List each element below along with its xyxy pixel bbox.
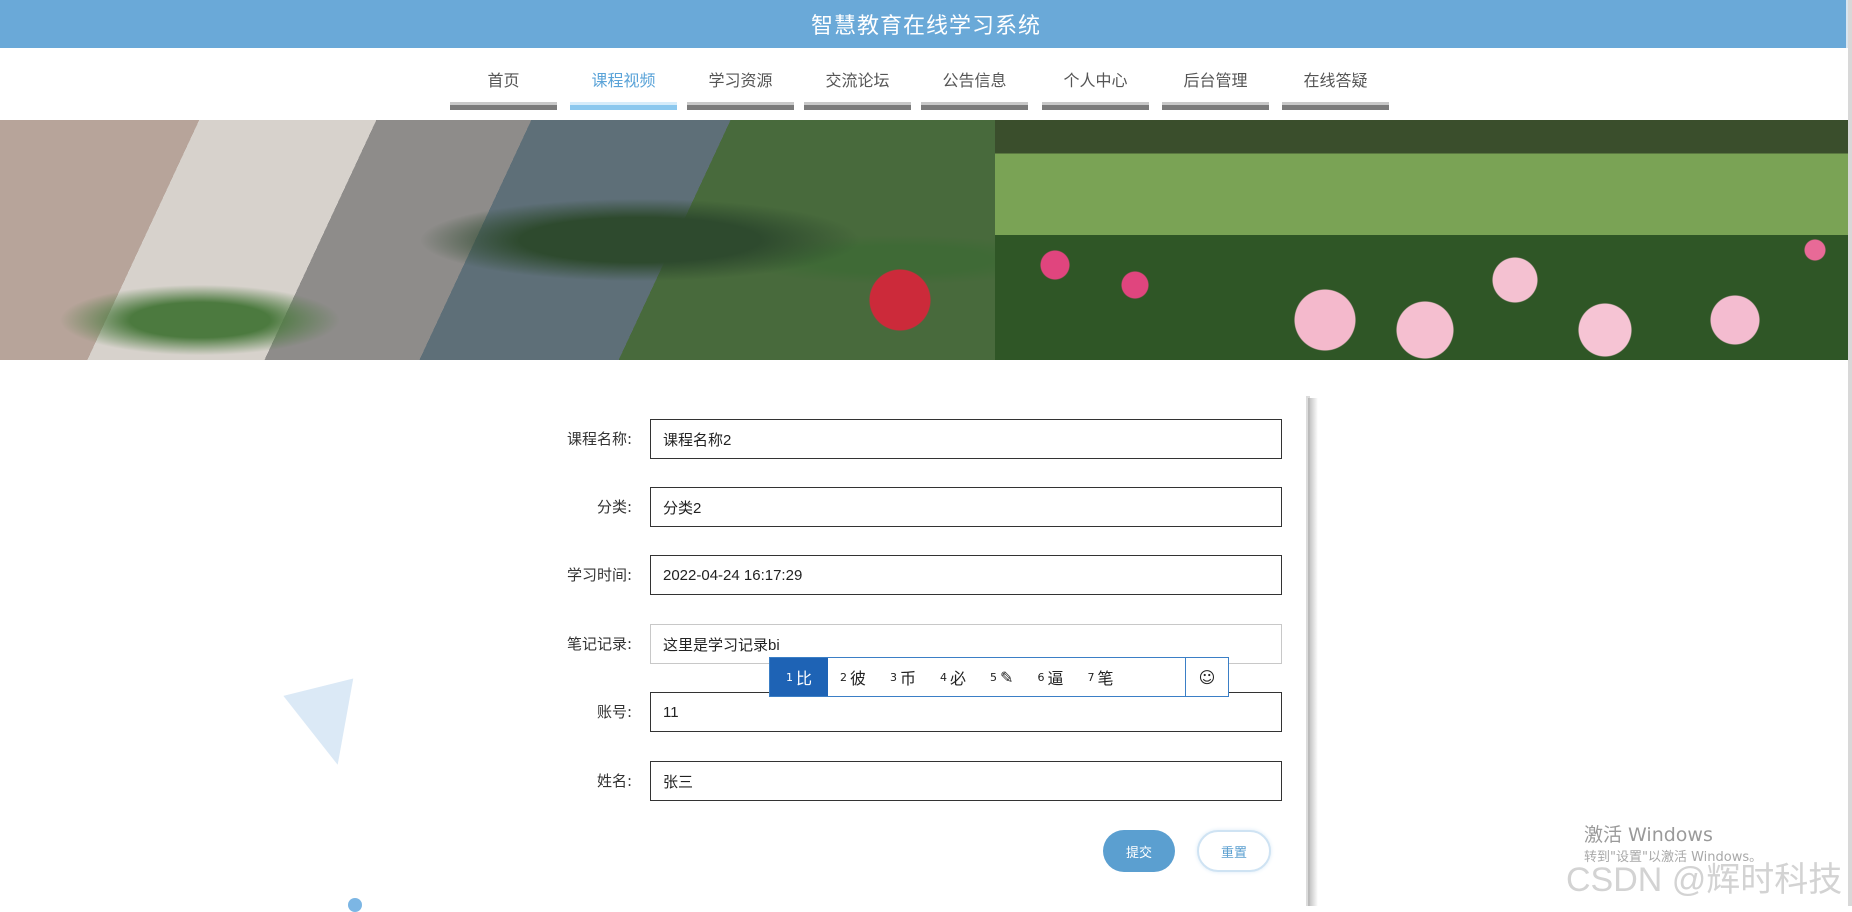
nav-underline (1042, 102, 1149, 110)
pen-icon: ✎ (1000, 667, 1014, 687)
nav-item-label: 学习资源 (708, 71, 773, 90)
form-row-name: 姓名: (540, 761, 1282, 801)
ime-candidate-text: 笔 (1097, 669, 1114, 688)
course-name-label: 课程名称: (566, 430, 632, 448)
nav-underline (1282, 102, 1389, 110)
emoji-icon[interactable]: ☺ (1185, 658, 1228, 696)
name-input[interactable] (650, 761, 1282, 801)
nav-item-learning-resources[interactable]: 学习资源 (687, 70, 794, 110)
ime-candidate-5-pen-icon[interactable]: 5 ✎ (978, 658, 1025, 696)
banner-photo-peonies (995, 120, 1848, 360)
nav-item-label: 在线答疑 (1303, 71, 1368, 90)
ime-candidate-7[interactable]: 7笔 (1075, 658, 1125, 696)
nav-underline (1162, 102, 1269, 110)
nav-item-admin[interactable]: 后台管理 (1162, 70, 1269, 110)
notes-label: 笔记记录: (566, 635, 632, 653)
form-row-course-name: 课程名称: (540, 419, 1282, 459)
nav-item-label: 后台管理 (1183, 71, 1248, 90)
nav-item-online-qa[interactable]: 在线答疑 (1282, 70, 1389, 110)
ime-candidate-bar: 1比 2彼 3币 4必 5 ✎ 6逼 7笔 ☺ (769, 657, 1229, 697)
nav-item-label: 交流论坛 (825, 71, 890, 90)
ime-candidate-number: 2 (840, 670, 847, 684)
account-label: 账号: (596, 703, 632, 721)
ime-candidate-4[interactable]: 4必 (928, 658, 978, 696)
reset-button[interactable]: 重置 (1197, 830, 1271, 872)
ime-candidate-text: 币 (900, 669, 917, 688)
nav-underline (687, 102, 794, 110)
decorative-triangle (283, 678, 373, 774)
ime-candidate-1[interactable]: 1比 (770, 658, 828, 696)
nav-item-label: 公告信息 (942, 71, 1007, 90)
ime-candidate-3[interactable]: 3币 (878, 658, 928, 696)
ime-candidate-6[interactable]: 6逼 (1025, 658, 1075, 696)
nav-underline (450, 102, 557, 110)
ime-candidate-number: 6 (1037, 670, 1045, 684)
submit-button[interactable]: 提交 (1103, 830, 1175, 872)
nav-item-label: 首页 (487, 71, 520, 90)
nav-underline (921, 102, 1028, 110)
ime-candidate-number: 7 (1087, 670, 1095, 684)
nav-underline (804, 102, 911, 110)
course-name-input[interactable] (650, 419, 1282, 459)
nav-underline (570, 102, 677, 110)
main-nav: 首页 课程视频 学习资源 交流论坛 公告信息 个人中心 后台管理 在线答疑 (0, 60, 1852, 112)
csdn-watermark: CSDN @辉时科技 (1566, 861, 1843, 899)
ime-candidate-text: 彼 (850, 669, 867, 688)
decorative-dot (348, 898, 362, 912)
ime-candidate-number: 5 (990, 670, 998, 684)
form-row-category: 分类: (540, 487, 1282, 527)
category-label: 分类: (596, 498, 632, 516)
account-input[interactable] (650, 692, 1282, 732)
nav-item-course-video[interactable]: 课程视频 (570, 70, 677, 110)
nav-item-label: 课程视频 (591, 71, 656, 90)
ime-candidate-number: 1 (785, 670, 793, 684)
category-input[interactable] (650, 487, 1282, 527)
ime-candidate-2[interactable]: 2彼 (828, 658, 878, 696)
nav-item-label: 个人中心 (1063, 71, 1128, 90)
study-time-input[interactable] (650, 555, 1282, 595)
banner-image (0, 120, 1848, 360)
nav-item-announcements[interactable]: 公告信息 (921, 70, 1028, 110)
nav-item-personal-center[interactable]: 个人中心 (1042, 70, 1149, 110)
site-title: 智慧教育在线学习系统 (810, 14, 1041, 39)
activate-windows-title: 激活 Windows (1584, 824, 1713, 846)
ime-candidate-number: 3 (890, 670, 898, 684)
ime-candidate-number: 4 (940, 670, 948, 684)
ime-candidate-text: 逼 (1047, 669, 1064, 688)
nav-item-forum[interactable]: 交流论坛 (804, 70, 911, 110)
ime-candidate-text: 比 (795, 669, 812, 688)
form-row-account: 账号: (540, 692, 1282, 732)
page-scrollbar[interactable] (1848, 0, 1852, 906)
nav-item-home[interactable]: 首页 (450, 70, 557, 110)
banner-photo-camellia (0, 120, 995, 360)
name-label: 姓名: (596, 772, 632, 790)
form-row-study-time: 学习时间: (540, 555, 1282, 595)
ime-candidate-text: 必 (950, 669, 967, 688)
study-time-label: 学习时间: (566, 566, 632, 584)
header-bar: 智慧教育在线学习系统 (0, 0, 1852, 48)
panel-shadow (1308, 398, 1318, 906)
